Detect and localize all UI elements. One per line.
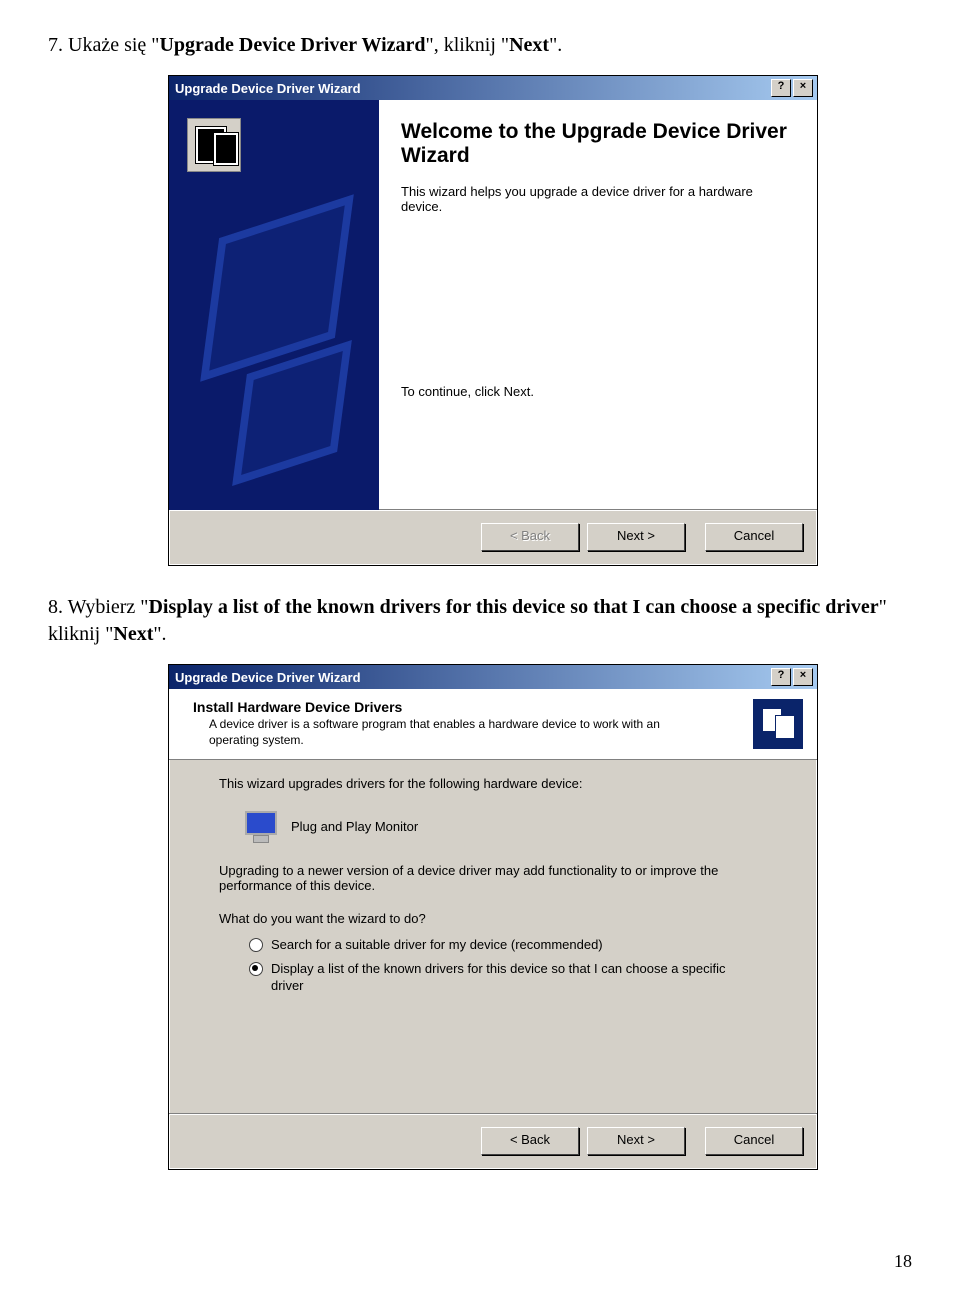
- radio-2-label: Display a list of the known drivers for …: [271, 960, 751, 995]
- instr7-suffix: ".: [549, 34, 562, 56]
- instr7-mid: ", kliknij ": [426, 34, 510, 56]
- wizard-heading: Welcome to the Upgrade Device Driver Wiz…: [401, 120, 795, 168]
- next-button[interactable]: Next >: [587, 523, 685, 551]
- device-row: Plug and Play Monitor: [243, 809, 787, 843]
- titlebar-2-caption: Upgrade Device Driver Wizard: [175, 670, 769, 685]
- button-row-2: < Back Next > Cancel: [169, 1114, 817, 1169]
- wizard-dialog-2: Upgrade Device Driver Wizard ? × Install…: [168, 664, 818, 1170]
- device-icon: [187, 118, 241, 172]
- help-button-2[interactable]: ?: [771, 668, 791, 686]
- wizard-continue-text: To continue, click Next.: [401, 384, 795, 399]
- wizard-sidebar-graphic: [169, 100, 379, 510]
- titlebar-1-caption: Upgrade Device Driver Wizard: [175, 81, 769, 96]
- radio-1-label: Search for a suitable driver for my devi…: [271, 936, 603, 954]
- titlebar-2: Upgrade Device Driver Wizard ? ×: [169, 665, 817, 689]
- wizard-dialog-1: Upgrade Device Driver Wizard ? × Welcome…: [168, 75, 818, 566]
- wizard-description: This wizard helps you upgrade a device d…: [401, 184, 795, 214]
- page-number: 18: [894, 1251, 912, 1272]
- radio-option-search[interactable]: Search for a suitable driver for my devi…: [249, 936, 787, 954]
- back-button-2[interactable]: < Back: [481, 1127, 579, 1155]
- instr7-prefix: 7. Ukaże się ": [48, 34, 159, 56]
- button-row-1: < Back Next > Cancel: [169, 510, 817, 565]
- radio-1[interactable]: [249, 938, 263, 952]
- instr8-bold: Display a list of the known drivers for …: [148, 596, 878, 618]
- instr8-prefix: 8. Wybierz ": [48, 596, 148, 618]
- instr8-bold2: Next: [113, 623, 153, 645]
- wizard-2-header: Install Hardware Device Drivers A device…: [169, 689, 817, 760]
- cancel-button-2[interactable]: Cancel: [705, 1127, 803, 1155]
- wizard-2-header-sub: A device driver is a software program th…: [209, 717, 689, 748]
- wizard-2-question: What do you want the wizard to do?: [219, 911, 787, 926]
- help-button[interactable]: ?: [771, 79, 791, 97]
- wizard-2-line2: Upgrading to a newer version of a device…: [219, 863, 787, 893]
- next-button-2[interactable]: Next >: [587, 1127, 685, 1155]
- device-name: Plug and Play Monitor: [291, 819, 418, 834]
- wizard-2-line1: This wizard upgrades drivers for the fol…: [219, 776, 787, 791]
- wizard-2-header-title: Install Hardware Device Drivers: [193, 699, 745, 715]
- radio-option-display-list[interactable]: Display a list of the known drivers for …: [249, 960, 787, 995]
- close-button[interactable]: ×: [793, 79, 813, 97]
- cancel-button[interactable]: Cancel: [705, 523, 803, 551]
- instr7-bold2: Next: [509, 34, 549, 56]
- instruction-7: 7. Ukaże się "Upgrade Device Driver Wiza…: [48, 32, 912, 59]
- header-device-icon: [753, 699, 803, 749]
- close-button-2[interactable]: ×: [793, 668, 813, 686]
- instr8-suffix: ".: [153, 623, 166, 645]
- back-button: < Back: [481, 523, 579, 551]
- monitor-icon: [243, 809, 277, 843]
- instr7-bold: Upgrade Device Driver Wizard: [159, 34, 425, 56]
- instruction-8: 8. Wybierz "Display a list of the known …: [48, 594, 912, 648]
- titlebar-1: Upgrade Device Driver Wizard ? ×: [169, 76, 817, 100]
- radio-2[interactable]: [249, 962, 263, 976]
